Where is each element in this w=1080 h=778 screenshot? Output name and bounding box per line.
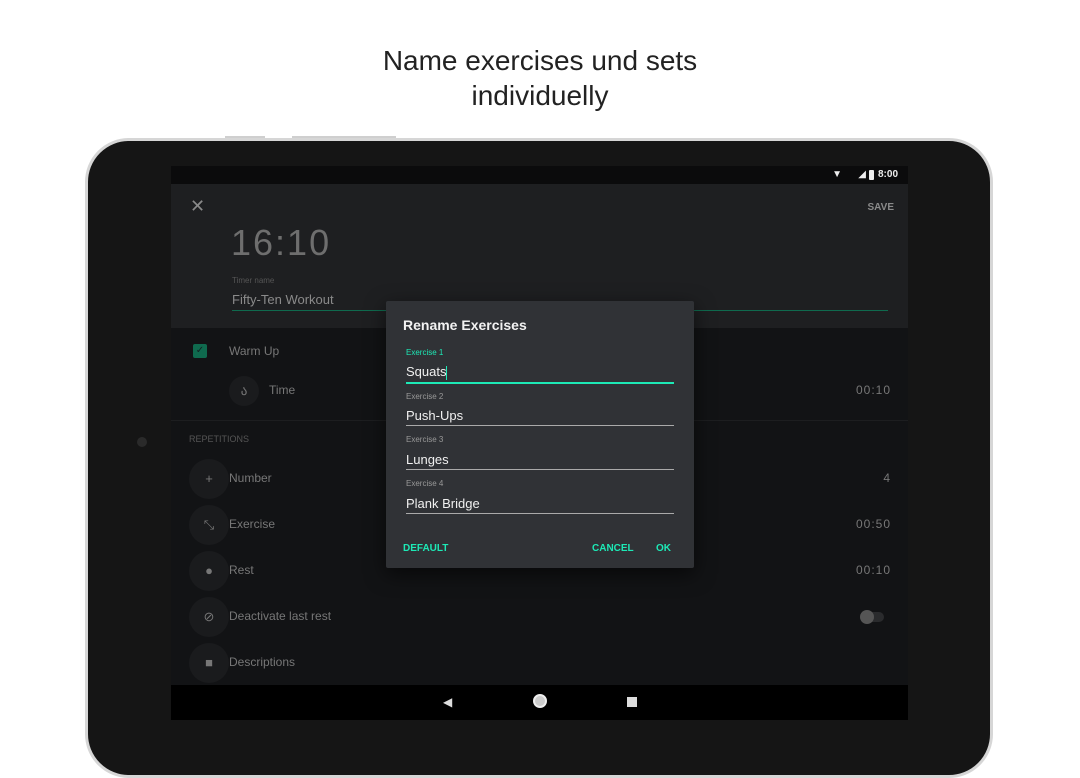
status-bar: ▼ ◢ 8:00: [171, 166, 908, 184]
timer-name-input[interactable]: Fifty-Ten Workout: [232, 292, 334, 307]
exercise-1-label: Exercise 1: [406, 348, 444, 357]
battery-icon: [869, 170, 874, 180]
exercise-3-label: Exercise 3: [406, 435, 444, 444]
exercise-2-input[interactable]: Push-Ups: [406, 408, 463, 423]
row-label: Exercise: [229, 517, 276, 531]
row-value: 00:50: [855, 517, 891, 531]
recents-icon[interactable]: [627, 697, 637, 707]
cancel-button[interactable]: CANCEL: [592, 543, 634, 554]
fire-icon: ა: [229, 376, 259, 406]
exercise-1-input[interactable]: Squats: [406, 364, 448, 380]
expand-icon: ⤡: [189, 505, 229, 545]
exercise-2-underline: [406, 425, 674, 426]
status-time: 8:00: [877, 169, 898, 180]
wifi-icon: ▼: [832, 169, 842, 180]
warmup-checkbox[interactable]: ✓: [193, 344, 207, 358]
navigation-bar: ◀: [171, 685, 908, 720]
total-time: 16:10: [231, 222, 332, 263]
save-button[interactable]: SAVE: [868, 202, 895, 213]
repetitions-section-label: REPETITIONS: [189, 434, 250, 444]
deactivate-last-rest-toggle[interactable]: [860, 610, 884, 624]
row-label: Descriptions: [229, 655, 296, 669]
row-value: 00:10: [855, 563, 891, 577]
exercise-4-label: Exercise 4: [406, 479, 444, 488]
warmup-label: Warm Up: [229, 344, 280, 358]
exercise-1-value: Squats: [406, 364, 447, 379]
home-icon[interactable]: [533, 694, 547, 708]
drop-icon: ●: [189, 551, 229, 591]
timer-name-label: Timer name: [232, 276, 275, 285]
camera-icon: [137, 437, 147, 447]
plus-icon: +: [189, 459, 229, 499]
caption-line-1: Name exercises und sets: [382, 45, 698, 76]
warmup-time-label: Time: [269, 383, 296, 397]
exercise-3-input[interactable]: Lunges: [406, 452, 449, 467]
row-label: Deactivate last rest: [229, 609, 332, 623]
text-cursor: [446, 365, 448, 380]
lte-signal-icon: ◢: [858, 169, 866, 180]
exercise-2-label: Exercise 2: [406, 392, 444, 401]
dialog-title: Rename Exercises: [403, 317, 527, 333]
exercise-1-underline: [406, 382, 674, 384]
exercise-4-underline: [406, 513, 674, 514]
row-label: Rest: [229, 563, 254, 577]
label-icon: ■: [189, 643, 229, 683]
row-label: Number: [229, 471, 272, 485]
default-button[interactable]: DEFAULT: [403, 543, 448, 554]
warmup-time-value: 00:10: [855, 383, 891, 397]
deactivate-last-rest-row[interactable]: ⊘ Deactivate last rest: [171, 597, 908, 637]
descriptions-row[interactable]: ■ Descriptions: [171, 643, 908, 683]
exercise-4-input[interactable]: Plank Bridge: [406, 496, 480, 511]
exercise-3-underline: [406, 469, 674, 470]
back-icon[interactable]: ◀: [443, 695, 452, 709]
rename-exercises-dialog: Rename Exercises Exercise 1 Squats Exerc…: [386, 301, 694, 568]
caption-line-2: individuelly: [471, 80, 609, 111]
row-value: 4: [883, 471, 891, 485]
no-rest-icon: ⊘: [189, 597, 229, 637]
close-icon[interactable]: ✕: [190, 196, 205, 217]
ok-button[interactable]: OK: [656, 543, 671, 554]
